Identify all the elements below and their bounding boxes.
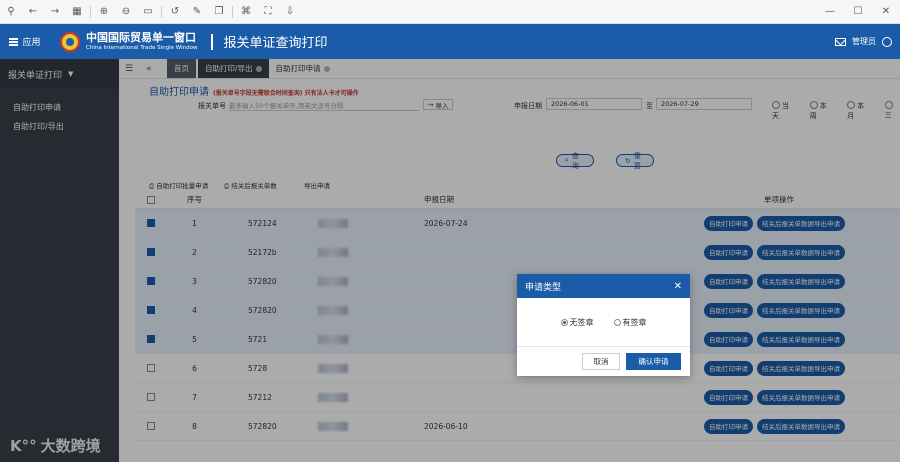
divider bbox=[90, 5, 91, 18]
browser-toolbar: ⚲ ← → ▦ ⊕ ⊖ ▭ ↺ ✎ ❐ ⌘ ⛶ ⇩ — ☐ ✕ bbox=[0, 0, 900, 24]
dialog-title: 申请类型 bbox=[525, 282, 562, 293]
cancel-button[interactable]: 取消 bbox=[582, 353, 620, 370]
radio-dot bbox=[560, 318, 568, 326]
pin-icon[interactable]: ⚲ bbox=[0, 1, 22, 23]
dialog-body: 无签章 有签章 bbox=[517, 298, 690, 347]
save-icon[interactable]: ⇩ bbox=[279, 1, 301, 23]
radio-no-seal[interactable]: 无签章 bbox=[560, 317, 594, 328]
radio-seal-label: 有签章 bbox=[622, 317, 647, 327]
app-menu-button[interactable]: 应用 bbox=[0, 24, 50, 59]
zoom-out-icon[interactable]: ⊖ bbox=[115, 1, 137, 23]
translate-icon[interactable]: ⌘ bbox=[235, 1, 257, 23]
screenshot-icon[interactable]: ⛶ bbox=[257, 1, 279, 23]
dialog-footer: 取消 确认申请 bbox=[517, 347, 690, 376]
close-icon[interactable]: ✕ bbox=[674, 281, 682, 292]
brand: 中国国际贸易单一窗口 China International Trade Sin… bbox=[86, 31, 198, 51]
customs-logo-icon bbox=[60, 31, 80, 52]
radio-dot bbox=[613, 318, 621, 326]
divider bbox=[232, 5, 233, 18]
app-menu-label: 应用 bbox=[22, 38, 41, 48]
close-icon[interactable]: ✕ bbox=[872, 1, 900, 23]
mail-icon[interactable] bbox=[835, 37, 846, 46]
maximize-icon[interactable]: ☐ bbox=[844, 1, 872, 23]
radio-no-seal-label: 无签章 bbox=[569, 317, 594, 327]
rotate-icon[interactable]: ↺ bbox=[164, 1, 186, 23]
avatar[interactable] bbox=[882, 36, 892, 47]
divider bbox=[161, 5, 162, 18]
header-divider bbox=[211, 33, 214, 50]
edit-icon[interactable]: ✎ bbox=[186, 1, 208, 23]
brand-en: China International Trade Single Window bbox=[86, 44, 198, 51]
minimize-icon[interactable]: — bbox=[816, 1, 844, 23]
zoom-in-icon[interactable]: ⊕ bbox=[93, 1, 115, 23]
user-name[interactable]: 管理员 bbox=[852, 36, 876, 47]
fit-icon[interactable]: ▭ bbox=[137, 1, 159, 23]
grid-icon[interactable]: ▦ bbox=[66, 1, 88, 23]
radio-seal[interactable]: 有签章 bbox=[613, 317, 647, 328]
copy-icon[interactable]: ❐ bbox=[208, 1, 230, 23]
forward-icon[interactable]: → bbox=[44, 1, 66, 23]
brand-cn: 中国国际贸易单一窗口 bbox=[86, 31, 196, 45]
dialog-header: 申请类型 ✕ bbox=[517, 274, 690, 298]
back-icon[interactable]: ← bbox=[22, 1, 44, 23]
page-title: 报关单证查询打印 bbox=[223, 36, 328, 51]
confirm-apply-button[interactable]: 确认申请 bbox=[626, 353, 681, 370]
modal-backdrop bbox=[0, 59, 900, 462]
apply-type-dialog: 申请类型 ✕ 无签章 有签章 取消 确认申请 bbox=[517, 274, 690, 376]
app-header: 应用 中国国际贸易单一窗口 China International Trade … bbox=[0, 24, 900, 59]
hamburger-icon bbox=[9, 37, 19, 46]
